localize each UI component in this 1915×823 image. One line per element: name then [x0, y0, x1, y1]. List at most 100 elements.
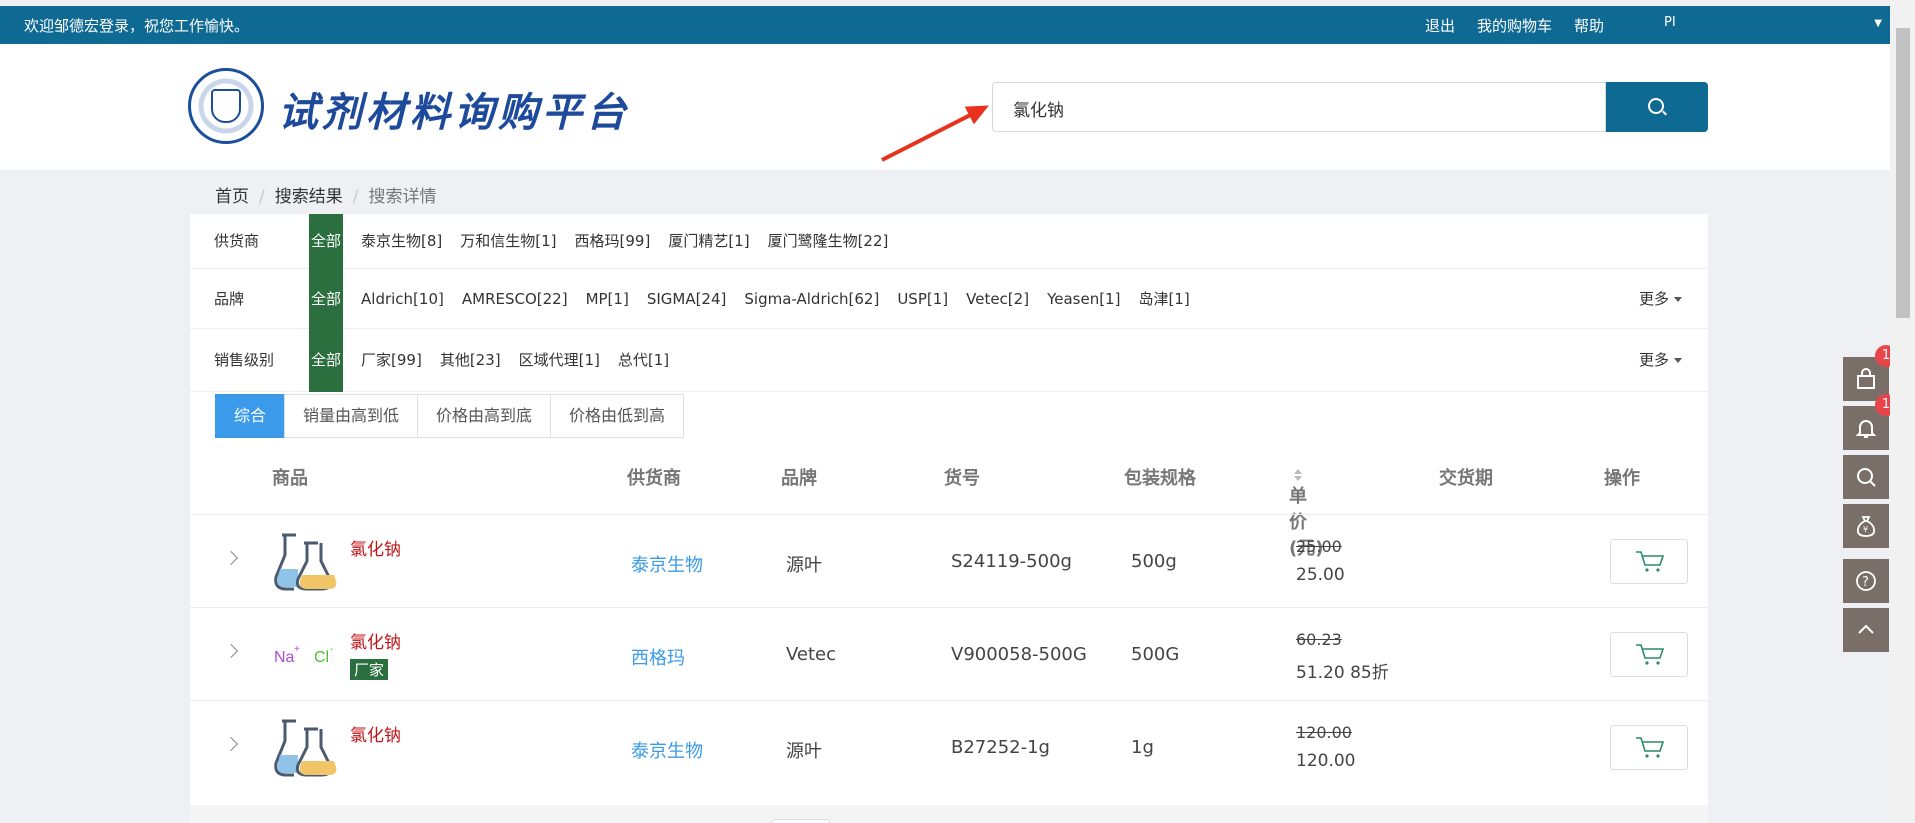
tab-sales-desc[interactable]: 销量由高到低 [284, 394, 419, 438]
filter-option[interactable]: 泰京生物[8] [361, 214, 442, 269]
filter-all[interactable]: 全部 [309, 214, 344, 269]
supplier-link[interactable]: 泰京生物 [631, 737, 703, 763]
product-name[interactable]: 氯化钠 [350, 535, 401, 560]
add-to-cart-button[interactable] [1610, 632, 1688, 677]
filter-option[interactable]: SIGMA[24] [647, 269, 727, 329]
item-code: B27252-1g [951, 737, 1050, 758]
manufacturer-badge: 厂家 [350, 659, 389, 680]
unit-price: 51.20 85折 [1296, 663, 1389, 683]
filter-option[interactable]: AMRESCO[22] [462, 269, 568, 329]
unit-price: 25.00 [1296, 565, 1345, 585]
breadcrumb-results[interactable]: 搜索结果 [275, 187, 343, 207]
help-link[interactable]: 帮助 [1574, 15, 1604, 36]
top-bar: 欢迎邹德宏登录，祝您工作愉快。 退出 我的购物车 帮助 PI ▼ [0, 6, 1890, 44]
cart-icon [1636, 551, 1665, 572]
breadcrumb: 首页 / 搜索结果 / 搜索详情 [215, 187, 437, 207]
filter-option[interactable]: 岛津[1] [1138, 269, 1189, 329]
chevron-right-icon[interactable] [223, 736, 239, 752]
svg-text:Cl: Cl [314, 649, 329, 666]
filter-option[interactable]: 总代[1] [618, 329, 669, 392]
side-money-button[interactable]: ¥ [1843, 504, 1889, 548]
chevron-right-icon[interactable] [223, 643, 239, 659]
pagination-area [190, 805, 1708, 823]
scrollbar-thumb[interactable] [1896, 28, 1910, 318]
scrollbar[interactable] [1890, 0, 1915, 823]
table-header: 商品 供货商 品牌 货号 包装规格 单价(元) 交货期 操作 [190, 446, 1708, 559]
supplier-link[interactable]: 西格玛 [631, 644, 685, 670]
supplier-link[interactable]: 泰京生物 [631, 551, 703, 577]
item-code: V900058-500G [951, 644, 1087, 665]
search-input[interactable]: 氯化钠 [992, 82, 1606, 132]
filter-option[interactable]: 西格玛[99] [575, 214, 651, 269]
filter-option[interactable]: 其他[23] [440, 329, 501, 392]
pack-size: 1g [1131, 737, 1154, 758]
table-row: 氯化钠 泰京生物 源叶 B27252-1g 1g 120.00 120.00 [190, 700, 1708, 793]
filter-label: 供货商 [214, 232, 260, 250]
user-menu[interactable]: PI [1664, 15, 1676, 36]
top-links: 退出 我的购物车 帮助 PI [1425, 15, 1698, 36]
table-row: Na + Cl - 氯化钠 厂家 西格玛 Vetec V900058-500G … [190, 607, 1708, 700]
logout-link[interactable]: 退出 [1425, 15, 1455, 36]
bell-icon [1855, 420, 1877, 438]
svg-text:+: + [294, 644, 300, 655]
side-search-button[interactable] [1843, 455, 1889, 499]
col-price-sort[interactable]: 单价(元) [1289, 464, 1323, 559]
col-supplier: 供货商 [627, 468, 681, 489]
add-to-cart-button[interactable] [1610, 539, 1688, 584]
welcome-text: 欢迎邹德宏登录，祝您工作愉快。 [24, 17, 250, 35]
filter-label: 销售级别 [214, 351, 275, 369]
filter-option[interactable]: 厦门鹭隆生物[22] [768, 214, 889, 269]
filter-option[interactable]: 区域代理[1] [519, 329, 600, 392]
add-to-cart-button[interactable] [1610, 725, 1688, 770]
product-name[interactable]: 氯化钠 [350, 721, 401, 746]
filter-all[interactable]: 全部 [309, 329, 344, 392]
platform-title: 试剂材料询购平台 [278, 89, 630, 136]
my-cart-link[interactable]: 我的购物车 [1477, 15, 1552, 36]
tab-price-asc[interactable]: 价格由低到高 [550, 394, 685, 438]
chevron-down-icon[interactable]: ▼ [1874, 18, 1882, 29]
more-brands-button[interactable]: 更多 [1639, 269, 1682, 329]
header: 试剂材料询购平台 氯化钠 [0, 44, 1890, 170]
filter-option[interactable]: USP[1] [897, 269, 948, 329]
side-notification-button[interactable]: 1 [1843, 394, 1897, 450]
svg-text:¥: ¥ [1863, 525, 1868, 534]
search-button[interactable] [1606, 82, 1708, 132]
pack-size: 500G [1131, 644, 1180, 665]
table-row: 氯化钠 泰京生物 源叶 S24119-500g 500g 25.00 25.00 [190, 514, 1708, 607]
tab-comprehensive[interactable]: 综合 [215, 394, 286, 438]
product-name[interactable]: 氯化钠 [350, 628, 401, 653]
filter-option[interactable]: Sigma-Aldrich[62] [744, 269, 879, 329]
brand-value: 源叶 [786, 555, 822, 576]
filter-option[interactable]: Yeasen[1] [1047, 269, 1120, 329]
chevron-right-icon[interactable] [223, 550, 239, 566]
nacl-icon: Na + Cl - [274, 644, 333, 666]
pagination-button[interactable] [772, 819, 830, 823]
filter-option[interactable]: 厦门精艺[1] [668, 214, 749, 269]
filter-row-sales-level: 销售级别 全部 厂家[99] 其他[23] 区域代理[1] 总代[1] 更多 [190, 329, 1708, 392]
breadcrumb-home[interactable]: 首页 [215, 187, 249, 207]
filter-row-supplier: 供货商 全部 泰京生物[8] 万和信生物[1] 西格玛[99] 厦门精艺[1] … [190, 214, 1708, 269]
filter-option[interactable]: 厂家[99] [361, 329, 422, 392]
chevron-up-icon [1858, 624, 1874, 634]
filter-all[interactable]: 全部 [309, 269, 344, 329]
filter-option[interactable]: MP[1] [586, 269, 629, 329]
filter-row-brand: 品牌 全部 Aldrich[10] AMRESCO[22] MP[1] SIGM… [190, 269, 1708, 329]
filter-option[interactable]: Vetec[2] [966, 269, 1029, 329]
filter-option[interactable]: Aldrich[10] [361, 269, 444, 329]
side-help-button[interactable]: ? [1843, 559, 1889, 603]
col-code: 货号 [944, 468, 980, 489]
breadcrumb-current: 搜索详情 [368, 187, 437, 207]
results-panel: 供货商 全部 泰京生物[8] 万和信生物[1] 西格玛[99] 厦门精艺[1] … [190, 214, 1708, 823]
university-logo [188, 68, 264, 144]
filter-option[interactable]: 万和信生物[1] [460, 214, 556, 269]
sort-tabs: 综合 销量由高到低 价格由高到底 价格由低到高 [215, 394, 685, 438]
side-back-to-top-button[interactable] [1843, 608, 1889, 652]
search-icon [1857, 468, 1876, 487]
tab-price-desc[interactable]: 价格由高到底 [417, 394, 552, 438]
sort-icon [1294, 469, 1302, 481]
brand-value: Vetec [786, 644, 837, 665]
col-brand: 品牌 [781, 468, 817, 489]
filter-label: 品牌 [214, 290, 245, 308]
cart-icon [1636, 644, 1665, 665]
more-levels-button[interactable]: 更多 [1639, 329, 1682, 392]
